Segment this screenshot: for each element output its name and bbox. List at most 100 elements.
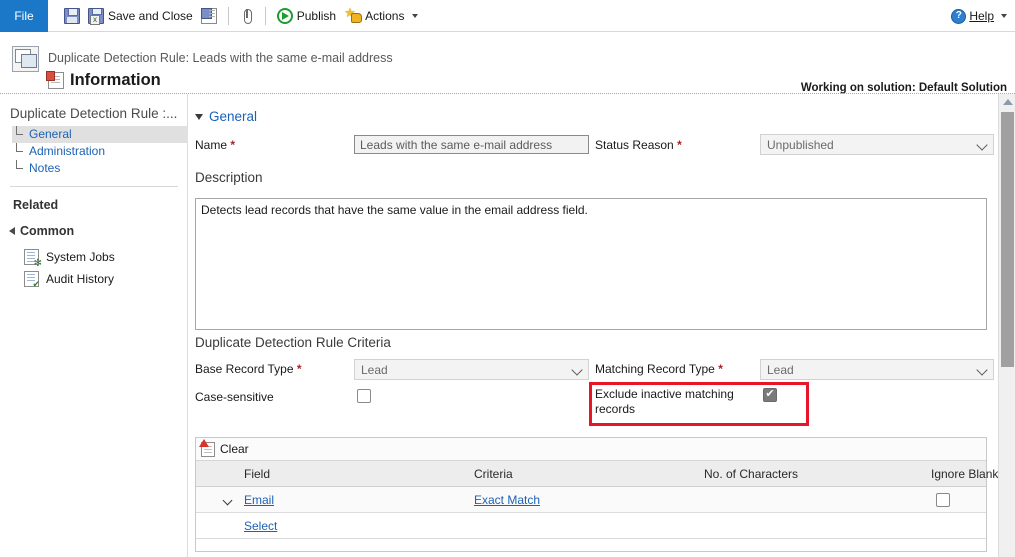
matching-record-type-label: Matching Record Type * [595,362,723,376]
exclude-inactive-checkbox[interactable] [763,387,777,402]
publish-button[interactable]: Publish [273,0,340,32]
paperclip-icon [240,8,254,24]
triangle-expand-icon [9,227,15,235]
attach-button[interactable] [236,0,258,32]
triangle-collapse-icon [195,113,203,120]
nav-tree: General Administration Notes [12,126,188,177]
clear-icon [199,438,215,457]
criteria-section-label: Duplicate Detection Rule Criteria [195,335,391,350]
table-row[interactable]: Email Exact Match [196,487,986,513]
chevron-down-icon [976,139,988,151]
name-input[interactable] [354,135,589,154]
chevron-down-icon [976,364,988,376]
chevron-down-icon [571,364,583,376]
scrollbar-thumb[interactable] [1001,112,1014,367]
row-expand-chevron-icon[interactable] [222,495,233,506]
ignore-blank-checkbox[interactable] [936,493,950,507]
base-record-type-label: Base Record Type * [195,362,302,376]
publish-label: Publish [296,8,337,23]
sidebar-item-administration[interactable]: Administration [12,143,188,160]
tree-elbow-icon [16,143,23,152]
page-title-row: Information [46,71,161,90]
save-icon [64,7,80,24]
column-header-field[interactable]: Field [244,467,270,481]
sidebar-item-label: General [29,127,72,141]
save-and-close-button[interactable]: Save and Close [84,0,197,32]
duplicate-detection-rule-icon [12,46,39,72]
save-and-new-button[interactable] [197,0,221,32]
sidebar-item-label: Notes [29,161,61,175]
clear-button[interactable]: Clear [199,438,249,457]
column-header-no-of-characters[interactable]: No. of Characters [704,467,798,481]
nav-group-label: Common [20,224,75,238]
audit-history-icon [24,271,40,289]
tree-elbow-icon [16,160,23,169]
clear-label: Clear [220,442,249,456]
cell-select-link[interactable]: Select [244,519,277,533]
page-title: Information [70,71,161,89]
required-marker: * [718,362,723,376]
ribbon-items: Save and Close Publish Actions [48,0,422,32]
required-marker: * [230,138,236,152]
sidebar-item-label: Audit History [46,272,115,286]
sidebar-item-general[interactable]: General [12,126,188,143]
breadcrumb: Duplicate Detection Rule: Leads with the… [48,51,393,65]
description-textarea[interactable] [195,198,987,330]
description-label: Description [195,170,263,185]
information-icon [46,71,64,89]
ribbon-divider-1 [227,6,229,25]
case-sensitive-label: Case-sensitive [195,390,274,404]
nav-sub-items: System Jobs Audit History [24,246,184,290]
help-label: Help [969,9,994,23]
exclude-inactive-label: Exclude inactive matching records [595,387,734,416]
save-button[interactable] [60,0,84,32]
help-icon [951,8,967,24]
column-header-ignore-blank[interactable]: Ignore Blank [931,467,998,481]
sidebar-item-label: Administration [29,144,106,158]
base-record-type-value: Lead [361,362,388,377]
nav-divider [10,186,178,187]
actions-icon [344,5,363,24]
chevron-down-icon [412,13,419,18]
actions-menu-button[interactable]: Actions [340,0,422,32]
column-header-criteria[interactable]: Criteria [474,467,513,481]
status-reason-value: Unpublished [767,137,834,152]
sidebar-item-audit-history[interactable]: Audit History [24,268,184,290]
required-marker: * [677,138,682,152]
status-reason-label: Status Reason * [595,138,682,152]
scroll-up-arrow-icon[interactable] [1003,99,1013,105]
left-navigation-pane: Duplicate Detection Rule :... General Ad… [0,94,188,557]
name-label: Name * [195,138,236,152]
grid-toolbar: Clear [196,438,986,461]
save-and-close-icon [88,7,104,25]
grid-header-row: Field Criteria No. of Characters Ignore … [196,461,998,487]
status-reason-select[interactable]: Unpublished [760,134,994,155]
general-section-toggle[interactable]: General [195,109,257,124]
matching-record-type-select[interactable]: Lead [760,359,994,380]
file-tab[interactable]: File [0,0,48,32]
command-bar: File Save and Close Publish [0,0,1015,32]
base-record-type-select[interactable]: Lead [354,359,589,380]
system-jobs-icon [24,249,42,268]
cell-criteria[interactable]: Exact Match [474,493,540,507]
general-section-label: General [209,109,258,124]
case-sensitive-checkbox[interactable] [357,389,371,403]
ribbon-divider-2 [264,6,266,25]
application-window: File Save and Close Publish [0,0,1015,557]
page-header: Duplicate Detection Rule: Leads with the… [0,32,1015,94]
sidebar-item-label: System Jobs [46,250,115,264]
nav-group-common[interactable]: Common [9,224,74,238]
help-menu-button[interactable]: Help [951,0,1007,32]
table-row[interactable]: Select [196,513,986,539]
related-heading: Related [13,198,59,212]
actions-label: Actions [365,8,405,23]
vertical-scrollbar[interactable] [998,94,1015,557]
required-marker: * [296,362,302,376]
sidebar-item-system-jobs[interactable]: System Jobs [24,246,184,268]
tree-elbow-icon [16,126,23,135]
matching-record-type-value: Lead [767,362,794,377]
cell-field[interactable]: Email [244,493,274,507]
chevron-down-icon [1001,14,1007,18]
sidebar-item-notes[interactable]: Notes [12,160,188,177]
save-and-close-label: Save and Close [108,8,193,23]
